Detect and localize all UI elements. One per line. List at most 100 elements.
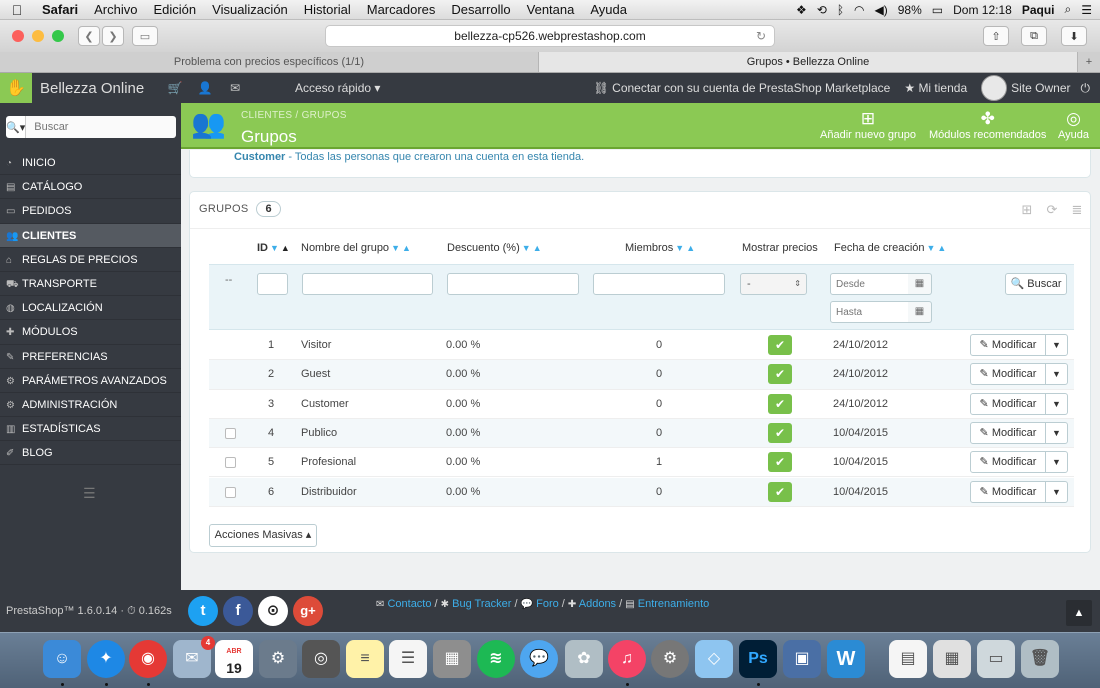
spotify-icon[interactable]: ≋ [477, 640, 515, 678]
prestashop-logo-icon[interactable]: ✋ [0, 73, 32, 103]
sidebar-item-reglas-precios[interactable]: ⌂ REGLAS DE PRECIOS [0, 248, 181, 272]
my-shop-link[interactable]: ★ Mi tienda [904, 81, 967, 95]
table-row[interactable]: 5 Profesional 0.00 % 1 ✔ 10/04/2015 ✎ Modifica… [209, 448, 1074, 478]
cart-icon[interactable]: 🛒 [160, 81, 190, 95]
menu-app-safari[interactable]: Safari [34, 2, 86, 17]
shop-name[interactable]: Bellezza Online [40, 80, 160, 97]
footer-link-foro[interactable]: Foro [536, 598, 559, 610]
modify-button[interactable]: ✎ Modificar [970, 421, 1046, 444]
filter-show-prices-select[interactable]: - ⇕ [740, 273, 807, 295]
check-icon[interactable]: ✔ [768, 364, 792, 385]
check-icon[interactable]: ✔ [768, 393, 792, 414]
bluetooth-icon[interactable]: ᛒ [837, 3, 844, 17]
notes-icon[interactable]: ≡ [346, 640, 384, 678]
mail-app-icon[interactable]: ✉ 4 [173, 636, 215, 678]
menu-visualizacion[interactable]: Visualización [204, 2, 296, 17]
col-id-header[interactable]: ID ▼ ▲ [257, 242, 290, 254]
forward-button[interactable]: ❯ [102, 26, 124, 46]
calendar-icon[interactable]: ▦ [908, 301, 932, 323]
modify-button[interactable]: ✎ Modificar [970, 451, 1046, 474]
sidebar-item-pedidos[interactable]: ▭ PEDIDOS [0, 199, 181, 224]
battery-icon[interactable]: ▭ [932, 3, 943, 17]
menu-archivo[interactable]: Archivo [86, 2, 145, 17]
sort-asc-icon[interactable]: ▲ [281, 243, 290, 253]
footer-link-contacto[interactable]: Contacto [387, 598, 431, 610]
menu-ayuda[interactable]: Ayuda [582, 2, 635, 17]
menu-desarrollo[interactable]: Desarrollo [443, 2, 518, 17]
wifi-icon[interactable]: ◠ [854, 3, 864, 17]
col-name-header[interactable]: Nombre del grupo ▼ ▲ [301, 242, 411, 254]
envelope-icon[interactable]: ✉ [220, 81, 250, 95]
table-row[interactable]: 2 Guest 0.00 % 0 ✔ 24/10/2012 ✎ Modificar ▼ [209, 360, 1074, 390]
document-icon[interactable]: ▤ [889, 640, 927, 678]
add-new-icon[interactable]: ⊞ [1019, 202, 1035, 218]
modify-button[interactable]: ✎ Modificar [970, 334, 1046, 356]
photo-booth-icon[interactable]: ◎ [302, 640, 340, 678]
word-app-icon[interactable]: W [827, 640, 865, 678]
menu-marcadores[interactable]: Marcadores [359, 2, 444, 17]
check-icon[interactable]: ✔ [768, 335, 792, 355]
row-checkbox[interactable] [225, 457, 236, 469]
table-row[interactable]: 4 Publico 0.00 % 0 ✔ 10/04/2015 ✎ Modificar ▼ [209, 418, 1074, 449]
row-actions-dropdown[interactable]: ▼ [1045, 421, 1068, 444]
system-preferences-icon[interactable]: ⚙ [651, 640, 689, 678]
menu-historial[interactable]: Historial [296, 2, 359, 17]
row-actions-dropdown[interactable]: ▼ [1045, 392, 1068, 415]
filter-date-to-input[interactable] [830, 301, 909, 323]
reload-icon[interactable]: ↻ [756, 26, 766, 46]
sidebar-item-estadisticas[interactable]: ▥ ESTADÍSTICAS [0, 417, 181, 442]
help-button[interactable]: ◎ Ayuda [1058, 109, 1089, 141]
itunes-icon[interactable]: ♫ [608, 640, 646, 678]
address-bar[interactable]: bellezza-cp526.webprestashop.com ↻ [325, 25, 775, 47]
database-icon[interactable]: ≣ [1069, 202, 1085, 218]
search-filter-button[interactable]: 🔍 Buscar [1005, 273, 1067, 295]
apple-icon[interactable]:  [0, 2, 34, 18]
sidebar-item-localizacion[interactable]: ◍ LOCALIZACIÓN [0, 296, 181, 321]
col-created-header[interactable]: Fecha de creación ▼ ▲ [834, 242, 946, 254]
menu-edicion[interactable]: Edición [146, 2, 205, 17]
photoshop-icon[interactable]: Ps [739, 640, 777, 678]
check-icon[interactable]: ✔ [768, 422, 792, 443]
sidebar-item-preferencias[interactable]: ✎ PREFERENCIAS [0, 345, 181, 369]
launchpad-grid-icon[interactable]: ▦ [933, 640, 971, 678]
messages-icon[interactable]: 💬 [520, 640, 558, 678]
col-members-header[interactable]: Miembros ▼ ▲ [625, 242, 695, 254]
sort-desc-icon[interactable]: ▼ [927, 243, 936, 253]
breadcrumb-grupos[interactable]: GRUPOS [302, 110, 347, 121]
trash-icon[interactable]: 🗑 [1021, 640, 1059, 678]
zoom-window-icon[interactable] [52, 30, 64, 42]
bulk-actions-button[interactable]: Acciones Masivas ▴ [209, 524, 317, 547]
row-actions-dropdown[interactable]: ▼ [1045, 363, 1068, 386]
window-thumbnail-icon[interactable]: ▭ [977, 640, 1015, 678]
check-icon[interactable]: ✔ [768, 481, 792, 502]
user-icon[interactable]: 👤 [190, 81, 220, 95]
modify-button[interactable]: ✎ Modificar [970, 392, 1046, 415]
sidebar-item-inicio[interactable]: ◔ INICIO [0, 151, 181, 176]
new-tab-button[interactable]: + [1078, 52, 1100, 72]
row-checkbox[interactable] [225, 486, 236, 498]
dropbox-icon[interactable]: ❖ [796, 3, 807, 17]
quick-access-dropdown[interactable]: Acceso rápido ▾ [295, 81, 380, 95]
github-icon[interactable]: ⊙ [258, 596, 288, 626]
sidebar-item-blog[interactable]: ✐ BLOG [0, 441, 181, 466]
filter-id-input[interactable] [257, 273, 288, 295]
finder-icon[interactable]: ☺ [43, 640, 81, 678]
sort-asc-icon[interactable]: ▲ [533, 243, 542, 253]
row-actions-dropdown[interactable]: ▼ [1045, 334, 1068, 356]
sort-asc-icon[interactable]: ▲ [686, 243, 695, 253]
tab-grupos[interactable]: Grupos • Bellezza Online [539, 52, 1078, 72]
recommended-modules-button[interactable]: ✤ Módulos recomendados [929, 109, 1046, 141]
clock-history-icon[interactable]: ⟲ [817, 3, 827, 17]
battery-percent[interactable]: 98% [898, 3, 922, 17]
sort-desc-icon[interactable]: ▼ [270, 243, 279, 253]
sidebar-item-administracion[interactable]: ⚙ ADMINISTRACIÓN [0, 393, 181, 418]
tab-precios[interactable]: Problema con precios específicos (1/1) [0, 52, 539, 72]
menubar-clock[interactable]: Dom 12:18 [953, 3, 1012, 17]
breadcrumb-clientes[interactable]: CLIENTES [241, 110, 292, 121]
row-actions-dropdown[interactable]: ▼ [1045, 480, 1068, 503]
table-row[interactable]: 6 Distribuidor 0.00 % 0 ✔ 10/04/2015 ✎ Modific… [209, 477, 1074, 507]
filter-name-input[interactable] [302, 273, 433, 295]
calendar-icon[interactable]: ▦ [908, 273, 932, 295]
safari-icon[interactable]: ✦ [87, 640, 125, 678]
search-scope-dropdown[interactable]: 🔍 ▾ [6, 116, 27, 138]
